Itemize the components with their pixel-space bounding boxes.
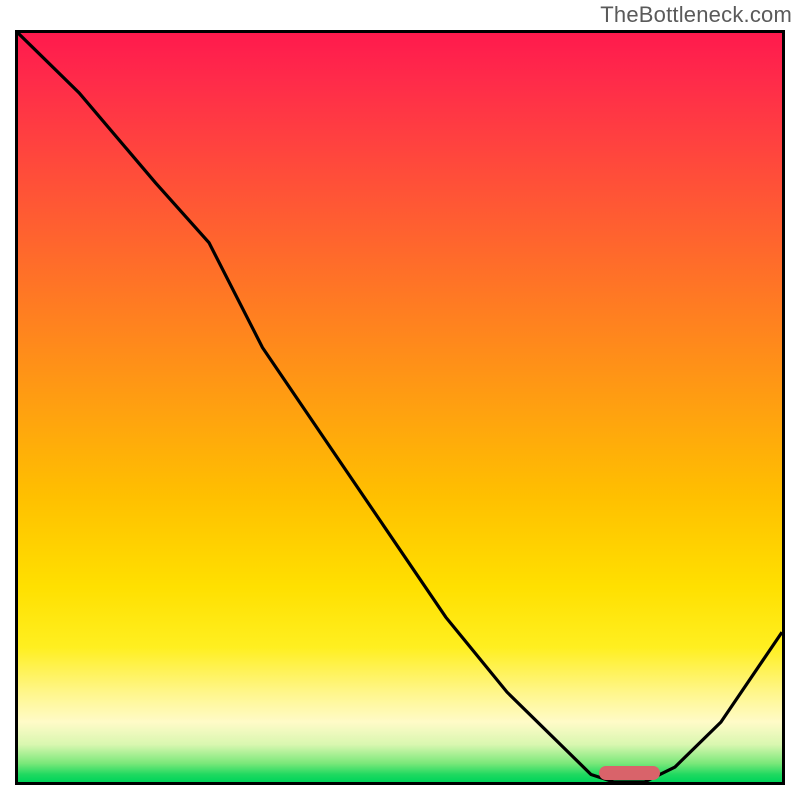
watermark-text: TheBottleneck.com [600,2,792,28]
chart-canvas: TheBottleneck.com [0,0,800,800]
plot-area [15,30,785,785]
bottleneck-curve [18,33,782,782]
optimum-marker [599,766,660,780]
curve-path [18,33,782,782]
